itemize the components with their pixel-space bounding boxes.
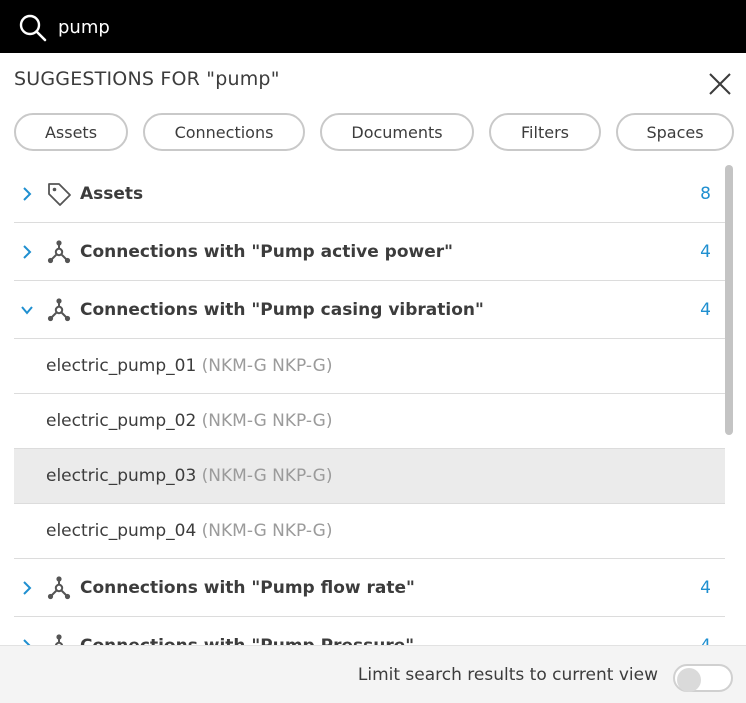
toggle-knob (677, 668, 701, 692)
chevron-down-icon[interactable] (20, 301, 34, 319)
item-name-text: electric_pump_04 (46, 521, 197, 541)
list-item[interactable]: electric_pump_01 (NKM-G NKP-G) (14, 339, 725, 394)
item-name-text: electric_pump_01 (46, 356, 197, 376)
item-name-text: electric_pump_03 (46, 466, 197, 486)
group-label: Connections with "Pump flow rate" (80, 578, 415, 598)
group-count: 8 (700, 184, 711, 204)
chip-connections[interactable]: Connections (143, 113, 305, 151)
group-row-flow-rate[interactable]: Connections with "Pump flow rate" 4 (14, 559, 725, 617)
item-tag: (NKM-G NKP-G) (201, 411, 333, 431)
results-list: Assets 8 Connections with "Pump active p… (14, 165, 725, 645)
chevron-right-icon[interactable] (20, 185, 34, 203)
group-row-casing-vibration[interactable]: Connections with "Pump casing vibration"… (14, 281, 725, 339)
item-name: electric_pump_03 (NKM-G NKP-G) (46, 449, 332, 504)
group-label: Connections with "Pump casing vibration" (80, 300, 484, 320)
item-tag: (NKM-G NKP-G) (201, 521, 333, 541)
limit-results-toggle[interactable] (673, 664, 733, 692)
group-label: Connections with "Pump active power" (80, 242, 453, 262)
search-bar (0, 0, 746, 53)
results-scrollbar[interactable] (725, 165, 733, 435)
list-item-selected[interactable]: electric_pump_03 (NKM-G NKP-G) (14, 449, 725, 504)
chip-filters[interactable]: Filters (489, 113, 601, 151)
group-label: Assets (80, 184, 144, 204)
chevron-right-icon[interactable] (20, 579, 34, 597)
chip-spaces[interactable]: Spaces (616, 113, 734, 151)
group-row-assets[interactable]: Assets 8 (14, 165, 725, 223)
group-row-pressure[interactable]: Connections with "Pump Pressure" 4 (14, 617, 725, 645)
footer: Limit search results to current view (0, 645, 746, 703)
item-name: electric_pump_04 (NKM-G NKP-G) (46, 504, 332, 559)
chip-assets[interactable]: Assets (14, 113, 128, 151)
connection-icon (47, 298, 71, 322)
group-count: 4 (700, 300, 711, 320)
chip-documents[interactable]: Documents (320, 113, 474, 151)
group-count: 4 (700, 578, 711, 598)
item-name: electric_pump_02 (NKM-G NKP-G) (46, 394, 332, 449)
close-icon[interactable] (706, 70, 734, 98)
connection-icon (54, 634, 64, 645)
item-tag: (NKM-G NKP-G) (201, 466, 333, 486)
group-label: Connections with "Pump Pressure" (80, 617, 414, 645)
item-tag: (NKM-G NKP-G) (201, 356, 333, 376)
search-icon[interactable] (18, 13, 48, 43)
suggestions-title: SUGGESTIONS FOR "pump" (14, 68, 280, 90)
limit-results-label: Limit search results to current view (357, 665, 658, 685)
group-row-active-power[interactable]: Connections with "Pump active power" 4 (14, 223, 725, 281)
list-item[interactable]: electric_pump_02 (NKM-G NKP-G) (14, 394, 725, 449)
connection-icon (47, 576, 71, 600)
chevron-right-icon[interactable] (20, 637, 34, 645)
chevron-right-icon[interactable] (20, 243, 34, 261)
tag-icon (48, 183, 71, 206)
search-input[interactable] (58, 12, 718, 42)
connection-icon (47, 240, 71, 264)
item-name-text: electric_pump_02 (46, 411, 197, 431)
group-count: 4 (700, 617, 711, 645)
group-count: 4 (700, 242, 711, 262)
item-name: electric_pump_01 (NKM-G NKP-G) (46, 339, 332, 394)
list-item[interactable]: electric_pump_04 (NKM-G NKP-G) (14, 504, 725, 559)
